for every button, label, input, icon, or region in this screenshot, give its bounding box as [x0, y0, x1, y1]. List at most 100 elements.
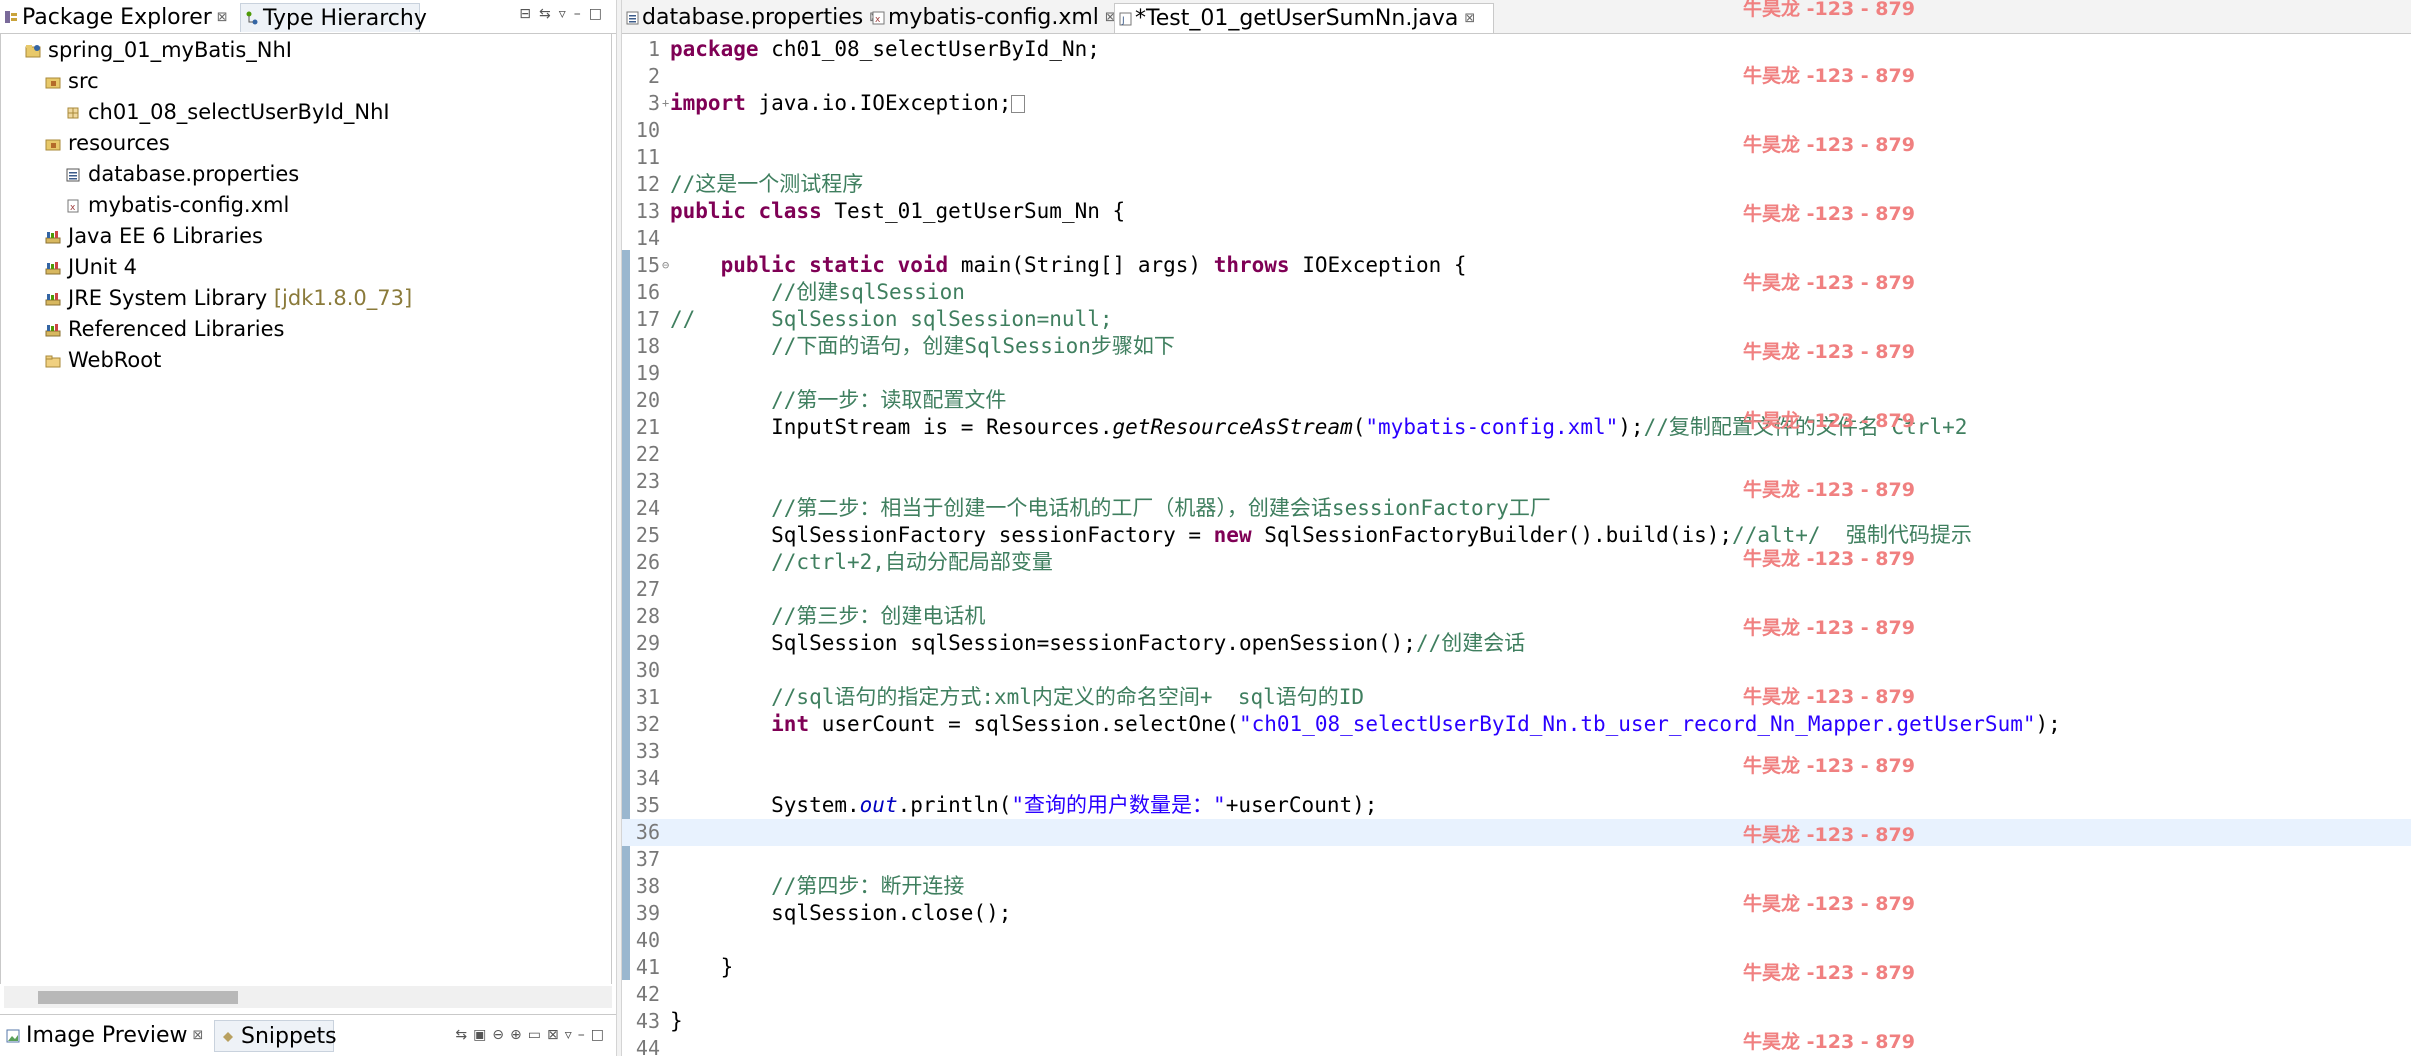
- line-number: 38: [635, 874, 660, 898]
- collapse-all-icon[interactable]: ⊟: [519, 6, 539, 22]
- code-line[interactable]: 36: [622, 819, 2411, 846]
- code-line[interactable]: 42: [622, 981, 2411, 1008]
- minimize-icon[interactable]: –: [578, 1027, 591, 1043]
- code-line[interactable]: 11: [622, 144, 2411, 171]
- code-line[interactable]: 32 int userCount = sqlSession.selectOne(…: [622, 711, 2411, 738]
- code-text: package ch01_08_selectUserById_Nn;: [670, 36, 1100, 63]
- zoom-out-icon[interactable]: ⊖: [492, 1027, 510, 1043]
- watermark-text: 牛昊龙 -123 - 879: [1743, 65, 1915, 87]
- tab-package-explorer[interactable]: Package Explorer ⊠: [0, 3, 232, 32]
- code-line[interactable]: 16 //创建sqlSession: [622, 279, 2411, 306]
- tab-snippets[interactable]: Snippets: [214, 1020, 337, 1052]
- line-number: 16: [635, 280, 660, 304]
- code-line[interactable]: 12 //这是一个测试程序: [622, 171, 2411, 198]
- tree-item[interactable]: spring_01_myBatis_NhI: [25, 35, 292, 65]
- tree-item[interactable]: Referenced Libraries: [45, 314, 284, 344]
- code-line[interactable]: 1 package ch01_08_selectUserById_Nn;: [622, 36, 2411, 63]
- line-number: 14: [635, 226, 660, 250]
- folded-imports-box[interactable]: [1011, 95, 1026, 113]
- code-line[interactable]: 27: [622, 576, 2411, 603]
- code-line[interactable]: 38 //第四步：断开连接: [622, 873, 2411, 900]
- line-number: 30: [635, 658, 660, 682]
- code-text: sqlSession.close();: [670, 900, 1011, 927]
- code-line[interactable]: 44: [622, 1035, 2411, 1062]
- fold-toggle-icon[interactable]: +: [662, 90, 669, 117]
- image-preview-icon: [6, 1029, 20, 1043]
- tree-item[interactable]: src: [45, 66, 99, 96]
- code-line[interactable]: 37: [622, 846, 2411, 873]
- code-line[interactable]: 18 //下面的语句，创建SqlSession步骤如下: [622, 333, 2411, 360]
- tree-item[interactable]: JRE System Library [jdk1.8.0_73]: [45, 283, 412, 313]
- code-line[interactable]: 19: [622, 360, 2411, 387]
- code-line[interactable]: 25 SqlSessionFactory sessionFactory = ne…: [622, 522, 2411, 549]
- code-text: //sql语句的指定方式:xml内定义的命名空间+ sql语句的ID: [670, 684, 1364, 711]
- link-editor-icon[interactable]: ⇆: [539, 6, 559, 22]
- code-token: //ctrl+2,自动分配局部变量: [670, 550, 1053, 574]
- code-line[interactable]: 43}: [622, 1008, 2411, 1035]
- code-line[interactable]: 22: [622, 441, 2411, 468]
- code-token: }: [670, 1009, 683, 1033]
- tab-database-properties[interactable]: database.properties⊠: [622, 3, 880, 33]
- tree-item[interactable]: resources: [45, 128, 170, 158]
- code-line[interactable]: 29 SqlSession sqlSession=sessionFactory.…: [622, 630, 2411, 657]
- code-line[interactable]: 34: [622, 765, 2411, 792]
- code-token: //sql语句的指定方式:xml内定义的命名空间+ sql语句的ID: [670, 685, 1365, 709]
- code-line[interactable]: 14: [622, 225, 2411, 252]
- fit-icon[interactable]: ▭: [528, 1027, 547, 1043]
- folder-icon: [45, 348, 68, 372]
- code-line[interactable]: 10: [622, 117, 2411, 144]
- watermark-text: 牛昊龙 -123 - 879: [1743, 479, 1915, 501]
- code-line[interactable]: 31 //sql语句的指定方式:xml内定义的命名空间+ sql语句的ID: [622, 684, 2411, 711]
- code-text: //第二步：相当于创建一个电话机的工厂（机器），创建会话sessionFacto…: [670, 495, 1551, 522]
- code-line[interactable]: 24 //第二步：相当于创建一个电话机的工厂（机器），创建会话sessionFa…: [622, 495, 2411, 522]
- view-menu-icon[interactable]: ▿: [559, 6, 574, 22]
- code-line[interactable]: 2: [622, 63, 2411, 90]
- code-line[interactable]: 35 System.out.println("查询的用户数量是："+userCo…: [622, 792, 2411, 819]
- image-icon[interactable]: ▣: [473, 1027, 492, 1043]
- link-icon[interactable]: ⇆: [455, 1027, 473, 1043]
- horizontal-scrollbar[interactable]: [4, 986, 612, 1008]
- tab-mybatis-config[interactable]: x mybatis-config.xml ⊠: [868, 3, 1116, 33]
- code-text: public class Test_01_getUserSum_Nn {: [670, 198, 1125, 225]
- code-line[interactable]: 26 //ctrl+2,自动分配局部变量: [622, 549, 2411, 576]
- minimize-icon[interactable]: –: [574, 6, 589, 22]
- fold-toggle-icon[interactable]: ⊖: [662, 252, 669, 279]
- watermark-text: 牛昊龙 -123 - 879: [1743, 617, 1915, 639]
- code-line[interactable]: 13 public class Test_01_getUserSum_Nn {: [622, 198, 2411, 225]
- tab-type-hierarchy[interactable]: Type Hierarchy: [240, 3, 427, 32]
- code-line[interactable]: 20 //第一步：读取配置文件: [622, 387, 2411, 414]
- code-line[interactable]: 15 ⊖ public static void main(String[] arg…: [622, 252, 2411, 279]
- scrollbar-thumb[interactable]: [38, 991, 238, 1004]
- tree-item[interactable]: WebRoot: [45, 345, 161, 375]
- close-icon[interactable]: ⊠: [1464, 11, 1475, 26]
- code-line[interactable]: 21 InputStream is = Resources.getResourc…: [622, 414, 2411, 441]
- tab-image-preview[interactable]: Image Preview ⊠: [0, 1020, 208, 1052]
- code-line[interactable]: 30: [622, 657, 2411, 684]
- code-line[interactable]: 39 sqlSession.close();: [622, 900, 2411, 927]
- actual-size-icon[interactable]: ⊠: [547, 1027, 565, 1043]
- tree-item[interactable]: ch01_08_selectUserById_NhI: [65, 97, 390, 127]
- code-token: SqlSessionFactoryBuilder().build(is);: [1264, 523, 1733, 547]
- tree-item[interactable]: Java EE 6 Libraries: [45, 221, 263, 251]
- code-line[interactable]: 3 + import java.io.IOException;: [622, 90, 2411, 117]
- view-menu-icon[interactable]: ▿: [565, 1027, 578, 1043]
- zoom-in-icon[interactable]: ⊕: [510, 1027, 528, 1043]
- svg-text:x: x: [875, 15, 881, 25]
- code-token: //下面的语句，创建SqlSession步骤如下: [670, 334, 1175, 358]
- code-line[interactable]: 23: [622, 468, 2411, 495]
- code-line[interactable]: 17 // SqlSession sqlSession=null;: [622, 306, 2411, 333]
- tree-item[interactable]: JUnit 4: [45, 252, 137, 282]
- code-line[interactable]: 28 //第三步：创建电话机: [622, 603, 2411, 630]
- tree-item[interactable]: x mybatis-config.xml: [65, 190, 289, 220]
- code-token: //第四步：断开连接: [670, 874, 965, 898]
- close-icon[interactable]: ⊠: [217, 10, 228, 25]
- tree-item[interactable]: database.properties: [65, 159, 299, 189]
- code-line[interactable]: 33: [622, 738, 2411, 765]
- code-line[interactable]: 41 }: [622, 954, 2411, 981]
- tab-test-java-active[interactable]: J *Test_01_getUserSumNn.java ⊠: [1114, 3, 1494, 33]
- close-icon[interactable]: ⊠: [193, 1028, 204, 1043]
- code-token: sqlSession.close();: [670, 901, 1012, 925]
- code-line[interactable]: 40: [622, 927, 2411, 954]
- maximize-icon[interactable]: □: [589, 6, 610, 22]
- maximize-icon[interactable]: □: [591, 1027, 610, 1043]
